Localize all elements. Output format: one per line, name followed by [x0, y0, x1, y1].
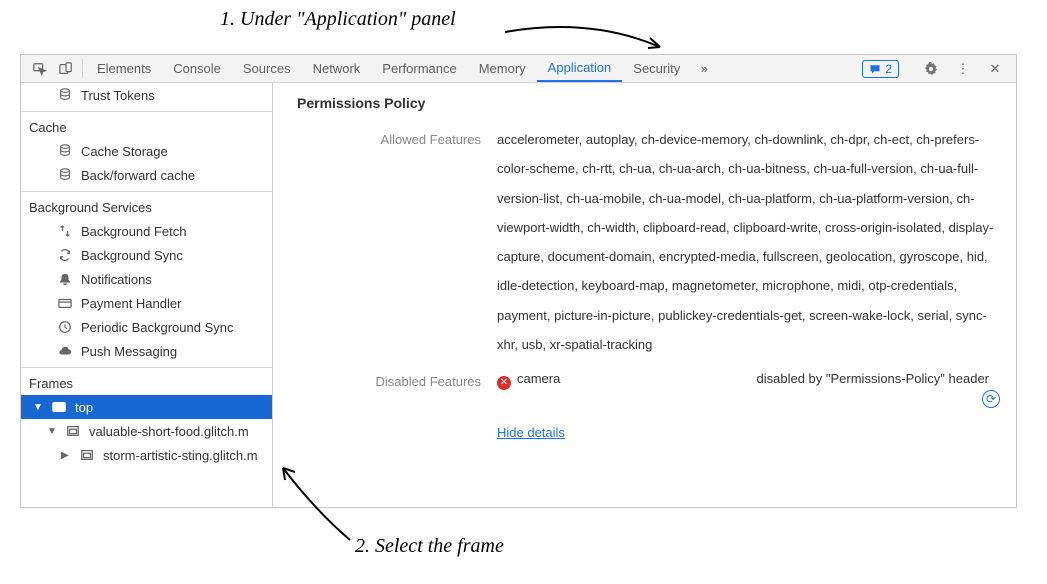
database-icon [57, 167, 73, 183]
card-icon [57, 295, 73, 311]
hide-details-link[interactable]: Hide details [497, 425, 565, 440]
close-icon[interactable]: ✕ [982, 61, 1008, 77]
kebab-icon[interactable]: ⋮ [950, 61, 976, 77]
messages-badge[interactable]: 2 [862, 60, 899, 78]
window-icon [51, 399, 67, 415]
tab-performance[interactable]: Performance [371, 55, 467, 82]
sidebar-item-label: Periodic Background Sync [81, 320, 233, 335]
sidebar-item-label: Push Messaging [81, 344, 177, 359]
frame-child-2[interactable]: ▶ storm-artistic-sting.glitch.m [21, 443, 272, 467]
frame-top[interactable]: ▼ top [21, 395, 272, 419]
sidebar-header-cache: Cache [21, 116, 272, 139]
expand-icon: ▼ [47, 426, 57, 437]
sidebar-item-label: Cache Storage [81, 144, 168, 159]
disabled-feature-reason: disabled by "Permissions-Policy" header … [757, 367, 1001, 408]
bell-icon [57, 271, 73, 287]
disabled-feature-name: ✕camera [497, 367, 741, 408]
tab-elements[interactable]: Elements [86, 55, 162, 82]
disabled-features-label: Disabled Features [297, 367, 497, 448]
application-sidebar: Trust Tokens Cache Cache Storage Back/fo… [21, 83, 273, 507]
sync-icon [57, 247, 73, 263]
frame-label: storm-artistic-sting.glitch.m [103, 448, 258, 463]
annotation-arrow-2 [275, 460, 365, 550]
main-panel: Permissions Policy Allowed Features acce… [273, 83, 1016, 507]
frame-label: valuable-short-food.glitch.m [89, 424, 249, 439]
sidebar-item-label: Background Fetch [81, 224, 187, 239]
tab-sources[interactable]: Sources [232, 55, 302, 82]
clock-icon [57, 319, 73, 335]
allowed-features-label: Allowed Features [297, 125, 497, 359]
iframe-icon [79, 447, 95, 463]
reload-icon[interactable]: ⟳ [982, 390, 1000, 408]
expand-icon: ▶ [61, 450, 71, 461]
sidebar-item-payment[interactable]: Payment Handler [21, 291, 272, 315]
sidebar-item-bg-fetch[interactable]: Background Fetch [21, 219, 272, 243]
panel-title: Permissions Policy [273, 83, 1016, 121]
annotation-text-2: 2. Select the frame [355, 535, 504, 558]
gear-icon[interactable] [918, 62, 944, 76]
cloud-icon [57, 343, 73, 359]
tab-console[interactable]: Console [162, 55, 232, 82]
annotation-text-1: 1. Under "Application" panel [220, 8, 456, 31]
allowed-features-value: accelerometer, autoplay, ch-device-memor… [497, 125, 1000, 359]
sidebar-item-label: Background Sync [81, 248, 183, 263]
sidebar-item-periodic-sync[interactable]: Periodic Background Sync [21, 315, 272, 339]
messages-count: 2 [885, 62, 892, 76]
frame-child-1[interactable]: ▼ valuable-short-food.glitch.m [21, 419, 272, 443]
iframe-icon [65, 423, 81, 439]
sidebar-item-notifications[interactable]: Notifications [21, 267, 272, 291]
sidebar-item-bfcache[interactable]: Back/forward cache [21, 163, 272, 187]
sidebar-item-trust-tokens[interactable]: Trust Tokens [21, 83, 272, 107]
database-icon [57, 87, 73, 103]
sidebar-item-cache-storage[interactable]: Cache Storage [21, 139, 272, 163]
inspect-icon[interactable] [27, 55, 53, 82]
sidebar-header-frames: Frames [21, 372, 272, 395]
sidebar-item-label: Trust Tokens [81, 88, 155, 103]
annotation-arrow-1 [500, 12, 680, 62]
error-icon: ✕ [497, 376, 511, 390]
sidebar-item-label: Notifications [81, 272, 152, 287]
sidebar-header-background: Background Services [21, 196, 272, 219]
fetch-icon [57, 223, 73, 239]
sidebar-item-label: Payment Handler [81, 296, 181, 311]
tab-network[interactable]: Network [302, 55, 372, 82]
devtools-window: Elements Console Sources Network Perform… [20, 54, 1017, 508]
expand-icon: ▼ [33, 402, 43, 413]
sidebar-item-bg-sync[interactable]: Background Sync [21, 243, 272, 267]
frame-label: top [75, 400, 93, 415]
sidebar-item-label: Back/forward cache [81, 168, 195, 183]
database-icon [57, 143, 73, 159]
sidebar-item-push[interactable]: Push Messaging [21, 339, 272, 363]
more-tabs-icon[interactable]: » [691, 55, 717, 82]
device-toggle-icon[interactable] [53, 55, 79, 82]
